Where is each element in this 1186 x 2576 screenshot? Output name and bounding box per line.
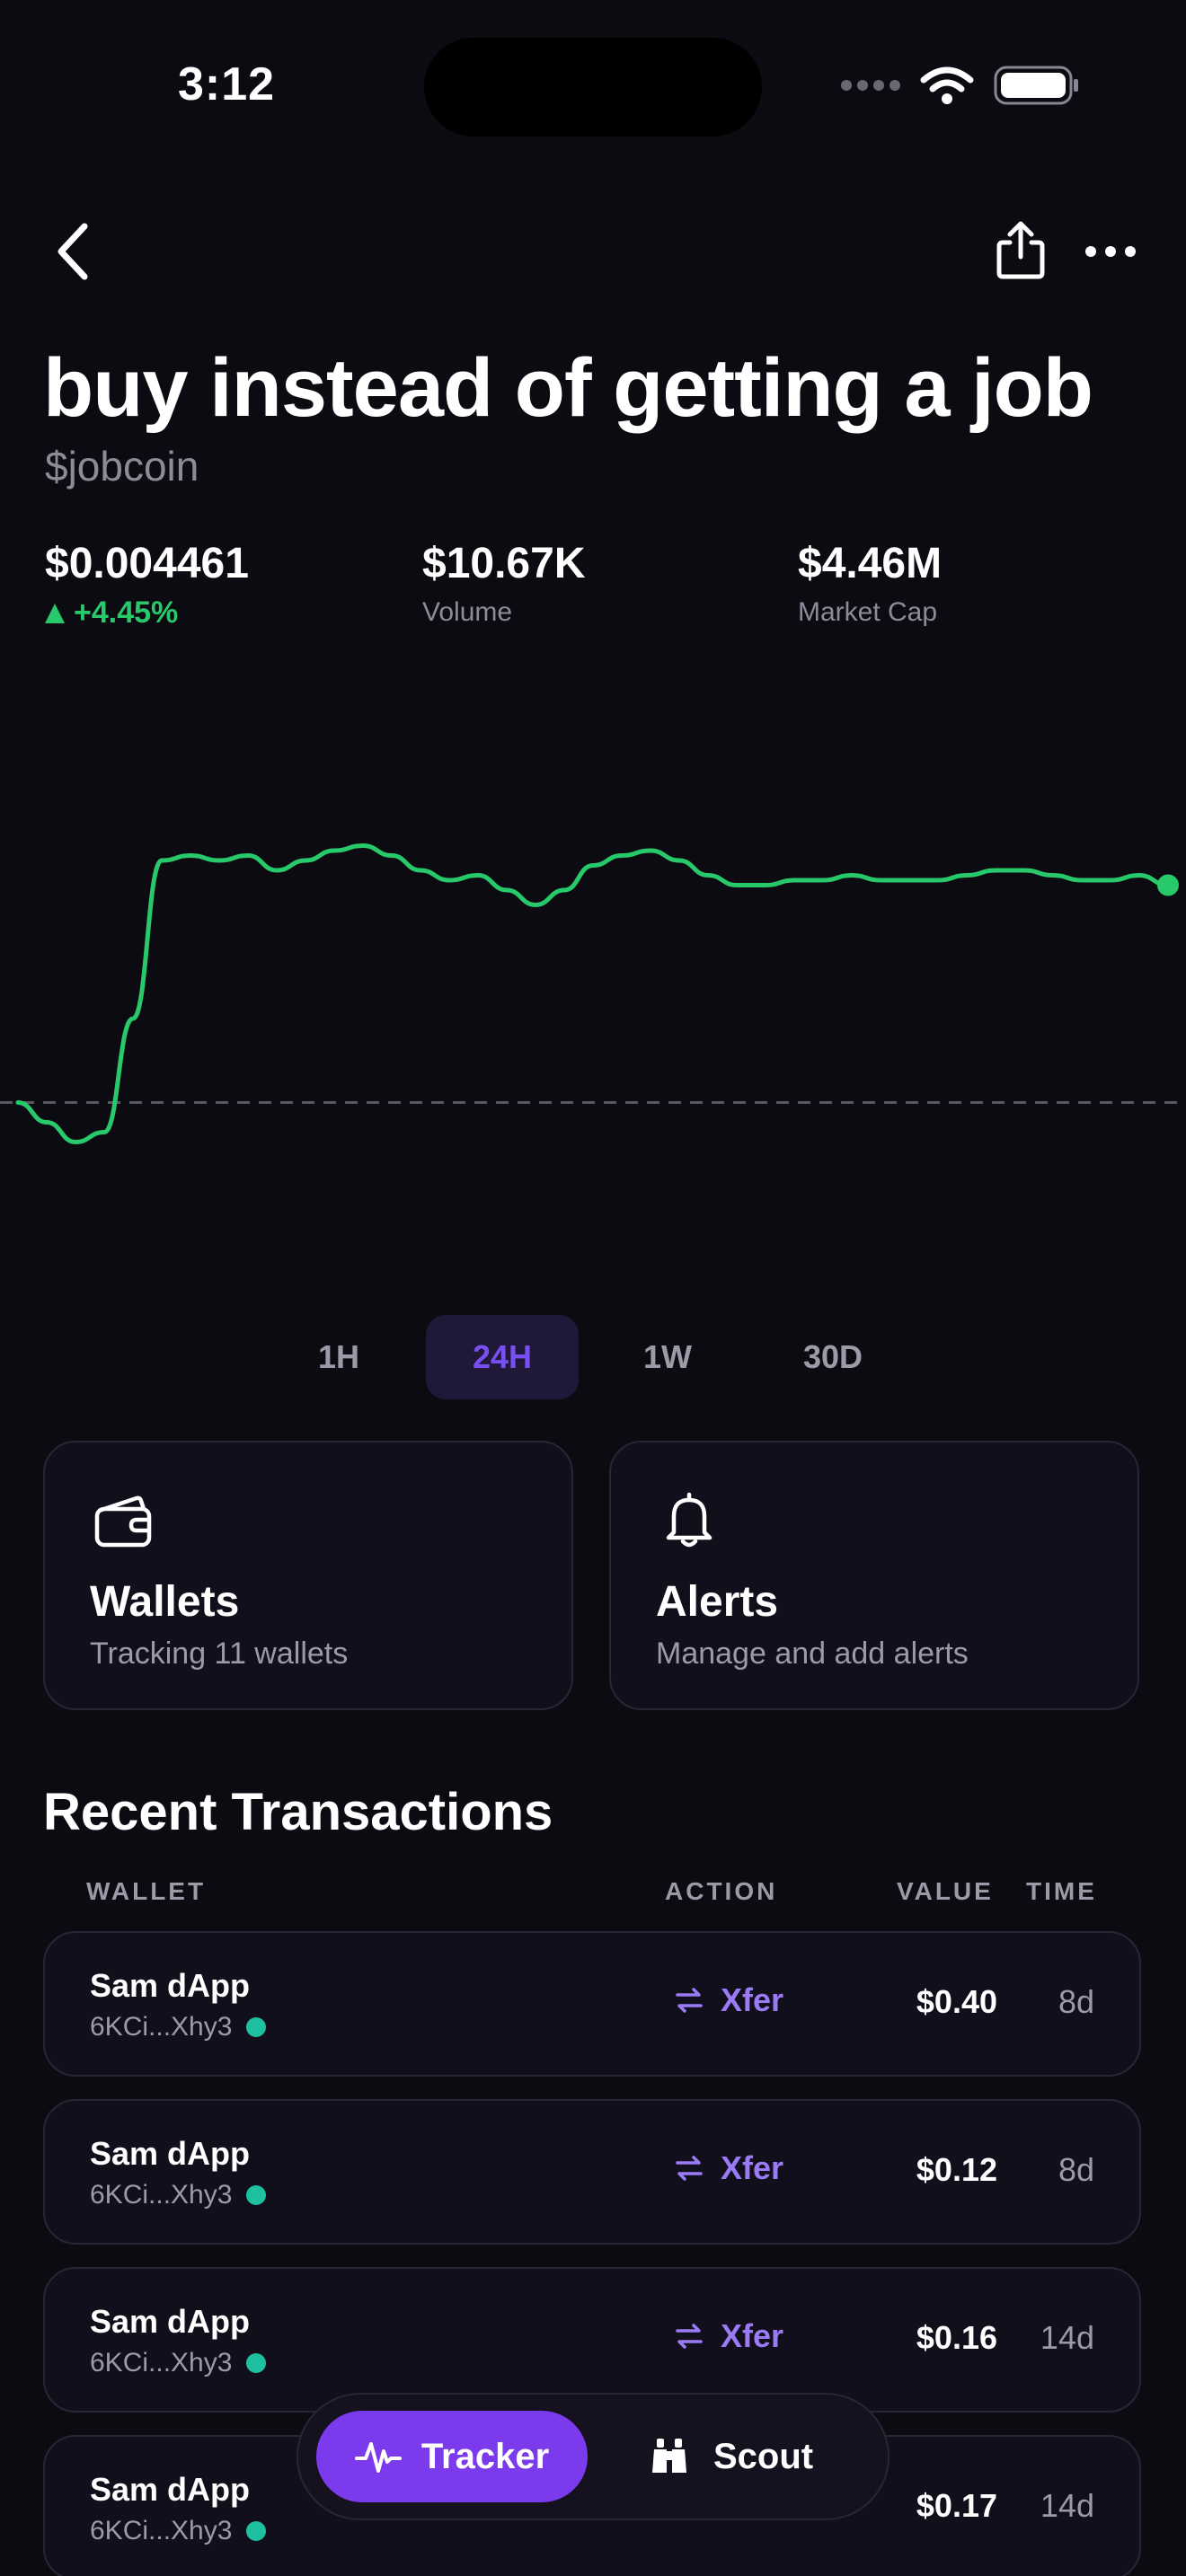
binoculars-icon — [652, 2439, 686, 2473]
transfer-arrows-icon — [676, 2156, 703, 2181]
price-value: $0.004461 — [45, 540, 249, 587]
chevron-left-icon — [58, 223, 88, 280]
status-icons — [841, 63, 1080, 108]
transaction-action-label: Xfer — [721, 1981, 784, 2018]
tab-tracker-label: Tracker — [420, 2436, 550, 2476]
wallet-address-text: 6KCi...Xhy3 — [90, 2348, 233, 2378]
more-dot-icon — [1125, 246, 1136, 257]
token-detail-screen: 3:12 buy instead of getting a job $jobco… — [0, 0, 1186, 2576]
transaction-time: 14d — [1040, 2487, 1094, 2524]
transaction-value: $0.17 — [916, 2487, 997, 2524]
transaction-action-label: Xfer — [721, 2149, 784, 2186]
chart-series-line — [15, 843, 1171, 1144]
range-tab-24h[interactable]: 24H — [426, 1315, 579, 1399]
chain-dot-icon — [246, 2353, 267, 2373]
activity-pulse-icon — [354, 2442, 402, 2473]
wallet-icon — [94, 1495, 152, 1548]
more-options-button[interactable] — [1085, 235, 1139, 268]
transaction-row[interactable]: Sam dApp 6KCi...Xhy3 Xfer $0.12 8d — [43, 2099, 1141, 2245]
transaction-time: 8d — [1058, 2151, 1094, 2188]
wallet-name: Sam dApp — [90, 2303, 251, 2340]
wallet-address-text: 6KCi...Xhy3 — [90, 2516, 233, 2545]
wallet-address-text: 6KCi...Xhy3 — [90, 2012, 233, 2042]
more-dot-icon — [1085, 246, 1096, 257]
market-cap-label: Market Cap — [798, 597, 938, 627]
wallet-address-text: 6KCi...Xhy3 — [90, 2180, 233, 2210]
wallet-name: Sam dApp — [90, 1967, 251, 2004]
wallet-name: Sam dApp — [90, 2471, 251, 2508]
wallets-subtitle: Tracking 11 wallets — [90, 1636, 349, 1671]
transaction-value: $0.16 — [916, 2319, 997, 2356]
transaction-value: $0.40 — [916, 1983, 997, 2020]
range-tab-1w[interactable]: 1W — [591, 1315, 744, 1399]
alerts-title: Alerts — [656, 1578, 779, 1626]
price-stat: $0.004461 +4.45% — [45, 539, 249, 631]
recent-transactions-title: Recent Transactions — [43, 1783, 553, 1841]
wallets-title: Wallets — [90, 1578, 240, 1626]
alerts-card[interactable]: Alerts Manage and add alerts — [609, 1441, 1139, 1710]
wallet-name: Sam dApp — [90, 2135, 251, 2172]
tab-scout[interactable]: Scout — [649, 2411, 846, 2502]
transaction-time: 14d — [1040, 2319, 1094, 2356]
chain-dot-icon — [246, 2185, 267, 2205]
range-tabs: 1H 24H 1W 30D — [0, 1315, 1186, 1399]
wallets-card[interactable]: Wallets Tracking 11 wallets — [43, 1441, 573, 1710]
token-ticker: $jobcoin — [45, 443, 199, 490]
transaction-action: Xfer — [674, 2317, 783, 2355]
range-tab-1h[interactable]: 1H — [262, 1315, 415, 1399]
bell-icon — [666, 1492, 712, 1548]
volume-label: Volume — [422, 597, 513, 627]
price-change: +4.45% — [45, 595, 249, 631]
volume-value: $10.67K — [422, 540, 586, 587]
alerts-subtitle: Manage and add alerts — [656, 1636, 969, 1671]
market-cap-stat: $4.46M Market Cap — [798, 539, 942, 628]
chain-dot-icon — [246, 2521, 267, 2541]
more-dot-icon — [1105, 246, 1116, 257]
tab-tracker[interactable]: Tracker — [316, 2411, 588, 2502]
up-triangle-icon — [45, 603, 65, 623]
transfer-arrows-icon — [676, 2324, 703, 2349]
share-icon — [996, 221, 1045, 279]
wifi-icon — [920, 66, 974, 104]
back-button[interactable] — [54, 216, 108, 287]
bottom-tab-bar: Tracker Scout — [296, 2393, 890, 2520]
price-chart[interactable] — [0, 754, 1186, 1311]
column-header-wallet: WALLET — [86, 1877, 207, 1905]
range-tab-30d[interactable]: 30D — [757, 1315, 909, 1399]
transaction-time: 8d — [1058, 1983, 1094, 2020]
transaction-value: $0.12 — [916, 2151, 997, 2188]
transaction-row[interactable]: Sam dApp 6KCi...Xhy3 Xfer $0.40 8d — [43, 1931, 1141, 2077]
tab-scout-label: Scout — [713, 2436, 814, 2476]
cellular-signal-icon — [841, 80, 900, 91]
transaction-action-label: Xfer — [721, 2317, 784, 2354]
chart-current-point — [1157, 874, 1179, 896]
wallet-address: 6KCi...Xhy3 — [90, 2012, 267, 2042]
status-time: 3:12 — [178, 58, 276, 110]
column-header-value: VALUE — [897, 1877, 994, 1905]
chain-dot-icon — [246, 2017, 267, 2037]
share-button[interactable] — [996, 221, 1049, 284]
transaction-row[interactable]: Sam dApp 6KCi...Xhy3 Xfer $0.16 14d — [43, 2267, 1141, 2413]
dynamic-island — [424, 38, 762, 137]
transfer-arrows-icon — [676, 1988, 703, 2013]
column-header-time: TIME — [1026, 1877, 1097, 1905]
wallet-address: 6KCi...Xhy3 — [90, 2348, 267, 2378]
column-header-action: ACTION — [665, 1877, 778, 1905]
token-name: buy instead of getting a job — [43, 342, 1093, 434]
wallet-address: 6KCi...Xhy3 — [90, 2516, 267, 2546]
wallet-address: 6KCi...Xhy3 — [90, 2180, 267, 2210]
price-change-value: +4.45% — [74, 595, 179, 630]
battery-icon — [994, 66, 1078, 105]
transaction-action: Xfer — [674, 1981, 783, 2019]
market-cap-value: $4.46M — [798, 540, 943, 587]
volume-stat: $10.67K Volume — [422, 539, 585, 628]
transaction-action: Xfer — [674, 2149, 783, 2187]
